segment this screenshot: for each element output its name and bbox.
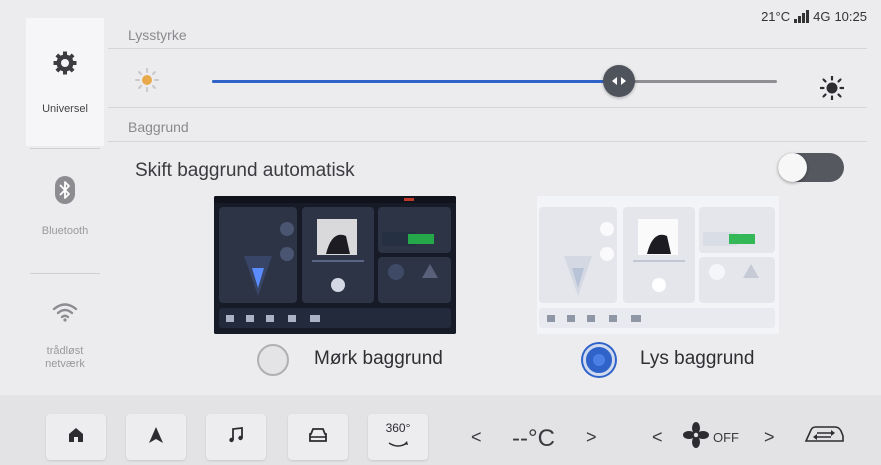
rotate-icon <box>387 435 409 453</box>
network-type: 4G <box>813 9 831 24</box>
auto-wallpaper-toggle[interactable] <box>778 153 844 182</box>
view-360-button[interactable]: 360° <box>368 414 428 460</box>
settings-sidebar: Universel Bluetooth trådløst netværk <box>26 18 104 390</box>
temp-increase-button[interactable]: > <box>586 427 597 448</box>
brightness-slider-fill <box>212 80 619 83</box>
toggle-knob <box>778 153 807 182</box>
divider <box>108 107 867 108</box>
music-button[interactable] <box>206 414 266 460</box>
divider <box>30 148 100 149</box>
air-recirculation-icon[interactable] <box>803 424 845 451</box>
sidebar-item-wifi[interactable]: trådløst netværk <box>26 288 104 388</box>
settings-screen: 21°C 4G 10:25 Universel Bluetooth trådlø… <box>0 0 881 465</box>
music-icon <box>227 426 245 449</box>
car-button[interactable] <box>288 414 348 460</box>
dark-wallpaper-preview[interactable] <box>214 196 456 334</box>
divider <box>108 141 867 142</box>
dark-wallpaper-label: Mørk baggrund <box>314 348 443 369</box>
light-wallpaper-label: Lys baggrund <box>640 348 755 369</box>
brightness-slider[interactable] <box>212 65 777 97</box>
fan-decrease-button[interactable]: < <box>652 427 663 448</box>
sidebar-item-label: Bluetooth <box>41 225 89 237</box>
fan-increase-button[interactable]: > <box>764 427 775 448</box>
navigation-icon <box>148 426 164 449</box>
home-button[interactable] <box>46 414 106 460</box>
navigation-button[interactable] <box>126 414 186 460</box>
car-icon <box>308 427 328 448</box>
brightness-slider-handle[interactable] <box>602 65 635 97</box>
bluetooth-icon <box>55 176 75 209</box>
sidebar-item-label: Universel <box>42 103 88 115</box>
divider <box>108 48 867 49</box>
view-360-label: 360° <box>385 421 411 435</box>
fan-status: OFF <box>713 430 739 445</box>
signal-strength-icon <box>794 10 810 23</box>
brightness-high-icon <box>819 75 845 105</box>
gear-icon <box>52 50 78 81</box>
dark-wallpaper-radio[interactable] <box>257 344 289 376</box>
sidebar-item-label: trådløst netværk <box>45 345 85 370</box>
wifi-icon <box>52 302 78 327</box>
auto-wallpaper-label: Skift baggrund automatisk <box>135 160 355 181</box>
wallpaper-section-title: Baggrund <box>128 119 189 135</box>
temp-decrease-button[interactable]: < <box>471 427 482 448</box>
light-wallpaper-preview[interactable] <box>537 196 779 334</box>
brightness-section-title: Lysstyrke <box>128 27 187 43</box>
bottom-bar: 360° < --°C > < OFF > <box>0 395 881 465</box>
light-wallpaper-radio[interactable] <box>583 344 615 376</box>
divider <box>30 273 100 274</box>
status-bar: 21°C 4G 10:25 <box>761 9 867 24</box>
clock: 10:25 <box>834 9 867 24</box>
home-icon <box>67 426 85 449</box>
brightness-low-icon <box>135 68 159 97</box>
outside-temperature: 21°C <box>761 9 791 24</box>
sidebar-item-universel[interactable]: Universel <box>26 18 104 146</box>
fan-icon <box>683 422 709 453</box>
sidebar-item-bluetooth[interactable]: Bluetooth <box>26 166 104 266</box>
temperature-value: --°C <box>512 425 555 452</box>
